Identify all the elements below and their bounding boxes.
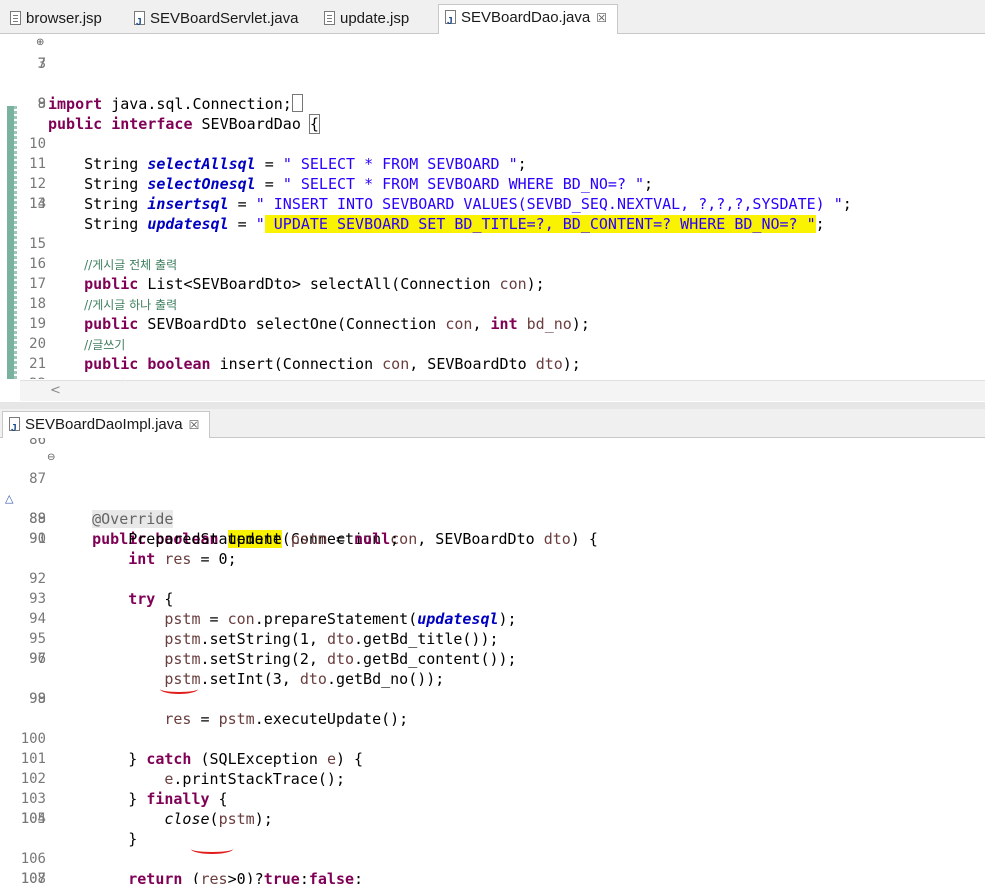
code-line: 20 public boolean insert(Connection con,… [29,336,581,373]
code-line: 17 //게시글 하나 출력 [29,276,178,312]
close-tab-icon[interactable]: ☒ [596,11,607,25]
code-line: 19 //글쓰기 [29,316,126,352]
code-line: 108 [20,871,46,884]
code-line: 11 String selectOnesql = " SELECT * FROM… [29,156,654,193]
code-line: 21 //글수정 [29,356,125,379]
tab-sevboarddaoimpl-java[interactable]: SEVBoardDaoImpl.java☒ [2,411,210,442]
code-line: 22 public boolean update(Connection con,… [0,354,985,379]
code-line: 92 try { [29,571,174,608]
code-line: △ 88 public boolean update(Connection co… [0,469,985,548]
jsp-file-icon [324,11,335,25]
editor-tab-bar: browser.jsp SEVBoardServlet.java update.… [0,0,985,36]
java-file-icon [445,9,456,35]
tab-sevboardservlet-java[interactable]: SEVBoardServlet.java [128,6,298,36]
code-line: 104 } [20,811,138,848]
code-line: 18 public SEVBoardDto selectOne(Connecti… [29,296,590,333]
code-line: 98 res = pstm.executeUpdate(); [29,691,409,728]
editor-sevboarddaoimpl[interactable]: 86 87 ⊖ @Override △ 88 public boolean up… [0,438,985,884]
code-line: 12 String insertsql = " INSERT INTO SEVB… [29,176,852,213]
code-line: 16 public List<SEVBoardDto> selectAll(Co… [29,256,545,293]
fold-expand-icon[interactable]: ⊕ [36,34,44,53]
code-line: 87 ⊖ @Override [0,448,985,528]
code-line: 101 e.printStackTrace(); [20,751,345,788]
code-line: 97 [29,651,46,667]
editor-sevboarddao[interactable]: 3 ⊕ import java.sql.Connection; 7 8 publ… [0,34,985,379]
code-line: 95 pstm.setString(2, dto.getBd_content()… [29,631,517,668]
code-line: 13 String updatesql = " UPDATE SEVBOARD … [29,196,825,233]
code-line: 15 //게시글 전체 출력 [29,236,178,272]
code-line: 94 pstm.setString(1, dto.getBd_title()); [29,611,499,648]
code-line: 89 PreparedStatement pstm = null; [29,511,400,548]
code-line: 10 String selectAllsql = " SELECT * FROM… [29,136,527,173]
scroll-left-icon[interactable]: < [50,383,61,398]
horizontal-scrollbar[interactable]: < [20,380,985,401]
code-line: 100 } catch (SQLException e) { [20,731,364,768]
code-line: 90 int res = 0; [29,531,237,568]
code-line: 91 [29,531,46,547]
tab-browser-jsp[interactable]: browser.jsp [4,6,102,32]
code-line: 102 } finally { [20,771,228,808]
fold-collapse-icon[interactable]: ⊖ [47,448,55,468]
code-line: 103 close(pstm); [20,791,273,828]
code-line: 93 pstm = con.prepareStatement(updatesql… [29,591,517,628]
code-line: 8 public interface SEVBoardDao { [37,96,320,134]
code-line: 96 pstm.setInt(3, dto.getBd_no()); [29,651,445,688]
close-tab-icon[interactable]: ☒ [189,418,200,432]
tab-update-jsp[interactable]: update.jsp [318,6,409,32]
java-file-icon [134,10,145,36]
editor-tab-bar-lower: SEVBoardDaoImpl.java☒ [0,409,985,442]
code-line: 9 [37,96,46,112]
code-line: 99 [29,691,46,707]
code-line: 106 return (res>0)?true:false; [20,851,364,884]
jsp-file-icon [10,11,21,25]
tab-sevboarddao-java[interactable]: SEVBoardDao.java☒ [438,4,618,35]
code-line: 3 ⊕ import java.sql.Connection; [0,34,985,113]
code-line: 107 } [20,871,46,884]
pane-divider[interactable] [0,402,985,409]
code-line: 105 [20,811,46,827]
code-line: 14 [29,196,46,212]
java-file-icon [9,416,20,442]
code-line: 7 [37,56,46,72]
